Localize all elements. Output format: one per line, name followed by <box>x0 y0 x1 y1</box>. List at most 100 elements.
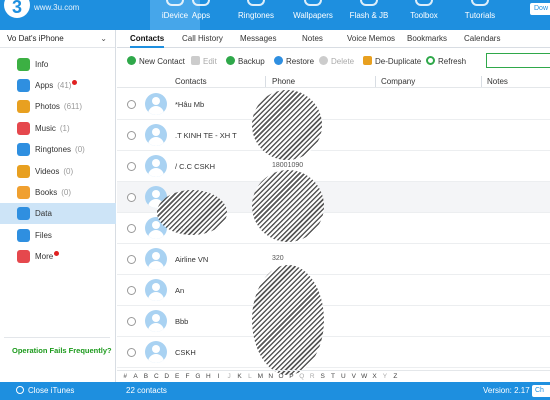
app-logo: 3 <box>4 0 30 18</box>
row-select-radio[interactable] <box>127 193 136 202</box>
tab-contacts[interactable]: Contacts <box>130 30 165 48</box>
contact-name: *Hâu Mb <box>175 100 205 109</box>
apps-icon <box>17 79 30 92</box>
sidebar-item-label: More <box>35 252 54 261</box>
delete-label: Delete <box>331 57 355 66</box>
nav-tab-6[interactable]: Tutorials <box>453 0 507 30</box>
backup-icon <box>226 56 235 65</box>
delete-button[interactable]: Delete <box>319 55 354 68</box>
tab-notes[interactable]: Notes <box>302 30 323 48</box>
header-notes[interactable]: Notes <box>487 77 508 86</box>
photos-icon <box>17 100 30 113</box>
table-row[interactable]: *Hâu Mb <box>117 89 550 120</box>
book-icon <box>471 0 489 6</box>
row-select-radio[interactable] <box>127 100 136 109</box>
check-update-button[interactable]: Ch <box>532 385 550 397</box>
restore-button[interactable]: Restore <box>274 55 314 68</box>
app-window: 3 www.3u.com iDevice Apps Ringtones Wallpap… <box>0 0 550 400</box>
nav-tab-5[interactable]: Toolbox <box>398 0 450 30</box>
content-tabs: Contacts Call History Messages Notes Voice M… <box>117 30 550 48</box>
header-contacts[interactable]: Contacts <box>175 77 207 86</box>
new-contact-button[interactable]: New Contact <box>127 55 185 68</box>
close-itunes-button[interactable]: Close iTunes <box>16 382 74 400</box>
table-row[interactable]: An <box>117 275 550 306</box>
header-company[interactable]: Company <box>381 77 415 86</box>
column-divider <box>265 76 266 87</box>
table-row[interactable]: CSKH <box>117 337 550 368</box>
nav-tab-3[interactable]: Wallpapers <box>286 0 340 30</box>
edit-label: Edit <box>203 57 217 66</box>
redaction-scribble <box>252 90 322 160</box>
version-label: Version: 2.17 <box>483 386 530 395</box>
tab-bookmarks[interactable]: Bookmarks <box>407 30 447 48</box>
row-select-radio[interactable] <box>127 131 136 140</box>
sidebar-item-label: Apps <box>35 81 54 90</box>
nav-tab-4[interactable]: Flash & JB <box>341 0 397 30</box>
main-panel: Contacts Call History Messages Notes Voice M… <box>117 30 550 382</box>
row-select-radio[interactable] <box>127 348 136 357</box>
alphabet-index-bar: # A B C D E F G H I J K L M N O P Q R S T U V W X Y Z <box>117 370 550 382</box>
table-header: Contacts Phone Company Notes <box>117 76 550 88</box>
download-button[interactable]: Dow <box>530 3 550 15</box>
contact-phone: 320 <box>272 255 284 262</box>
tab-voice-memos[interactable]: Voice Memos <box>347 30 395 48</box>
toolbar: New Contact Edit Backup Restore Delete D… <box>117 52 550 72</box>
backup-button[interactable]: Backup <box>226 55 265 68</box>
nav-tab-label: Tutorials <box>464 11 496 20</box>
sidebar-item-0[interactable]: Info <box>0 54 116 75</box>
sidebar-item-5[interactable]: Videos (0) <box>0 161 116 182</box>
contact-name: An <box>175 286 185 295</box>
sidebar-item-8[interactable]: Files <box>0 225 116 246</box>
sidebar-item-4[interactable]: Ringtones (0) <box>0 139 116 160</box>
search-input[interactable] <box>486 53 550 68</box>
tab-call-history[interactable]: Call History <box>182 30 223 48</box>
box-icon <box>360 0 378 6</box>
table-row[interactable]: Bbb <box>117 306 550 337</box>
row-select-radio[interactable] <box>127 255 136 264</box>
row-select-radio[interactable] <box>127 224 136 233</box>
table-row[interactable]: / C.C CSKH 18001090 <box>117 151 550 182</box>
toolbox-icon <box>415 0 433 6</box>
row-select-radio[interactable] <box>127 317 136 326</box>
sidebar-item-6[interactable]: Books (0) <box>0 182 116 203</box>
refresh-button[interactable]: Refresh <box>426 55 466 68</box>
sidebar-item-label: Data <box>35 209 52 218</box>
sidebar-item-1[interactable]: Apps (41) <box>0 75 116 96</box>
header-phone[interactable]: Phone <box>272 77 295 86</box>
edit-button[interactable]: Edit <box>191 55 217 68</box>
close-itunes-label: Close iTunes <box>28 386 75 395</box>
sidebar-item-7[interactable]: Data <box>0 203 116 224</box>
table-row[interactable]: Airline VN 320 <box>117 244 550 275</box>
more-icon <box>17 250 30 263</box>
tab-calendars[interactable]: Calendars <box>464 30 500 48</box>
operation-fails-link[interactable]: Operation Fails Frequently? <box>12 346 112 355</box>
info-icon <box>17 58 30 71</box>
redaction-scribble <box>252 265 324 375</box>
deduplicate-label: De-Duplicate <box>375 57 422 66</box>
divider <box>4 337 110 338</box>
contact-name: / C.C CSKH <box>175 162 216 171</box>
tab-messages[interactable]: Messages <box>240 30 276 48</box>
restore-label: Restore <box>286 57 315 66</box>
avatar <box>145 310 167 332</box>
nav-tab-2[interactable]: Ringtones <box>228 0 284 30</box>
sidebar-item-2[interactable]: Photos (611) <box>0 96 116 117</box>
row-select-radio[interactable] <box>127 286 136 295</box>
contact-name: .T KINH TE - XH T <box>175 131 237 140</box>
deduplicate-icon <box>363 56 372 65</box>
sidebar-item-label: Books <box>35 188 58 197</box>
bell-icon <box>247 0 265 6</box>
sidebar-item-9[interactable]: More <box>0 246 116 267</box>
sidebar-item-3[interactable]: Music (1) <box>0 118 116 139</box>
nav-tab-label: Flash & JB <box>349 11 389 20</box>
deduplicate-button[interactable]: De-Duplicate <box>363 55 421 68</box>
backup-label: Backup <box>238 57 265 66</box>
nav-tab-1[interactable]: Apps <box>176 0 226 30</box>
row-select-radio[interactable] <box>127 162 136 171</box>
book-icon <box>17 186 30 199</box>
app-url: www.3u.com <box>34 3 80 12</box>
device-selector[interactable]: Vo Dat's iPhone ⌄ <box>0 30 115 48</box>
chevron-down-icon: ⌄ <box>100 34 107 43</box>
table-row[interactable]: .T KINH TE - XH T <box>117 120 550 151</box>
sidebar-item-label: Music <box>35 124 56 133</box>
